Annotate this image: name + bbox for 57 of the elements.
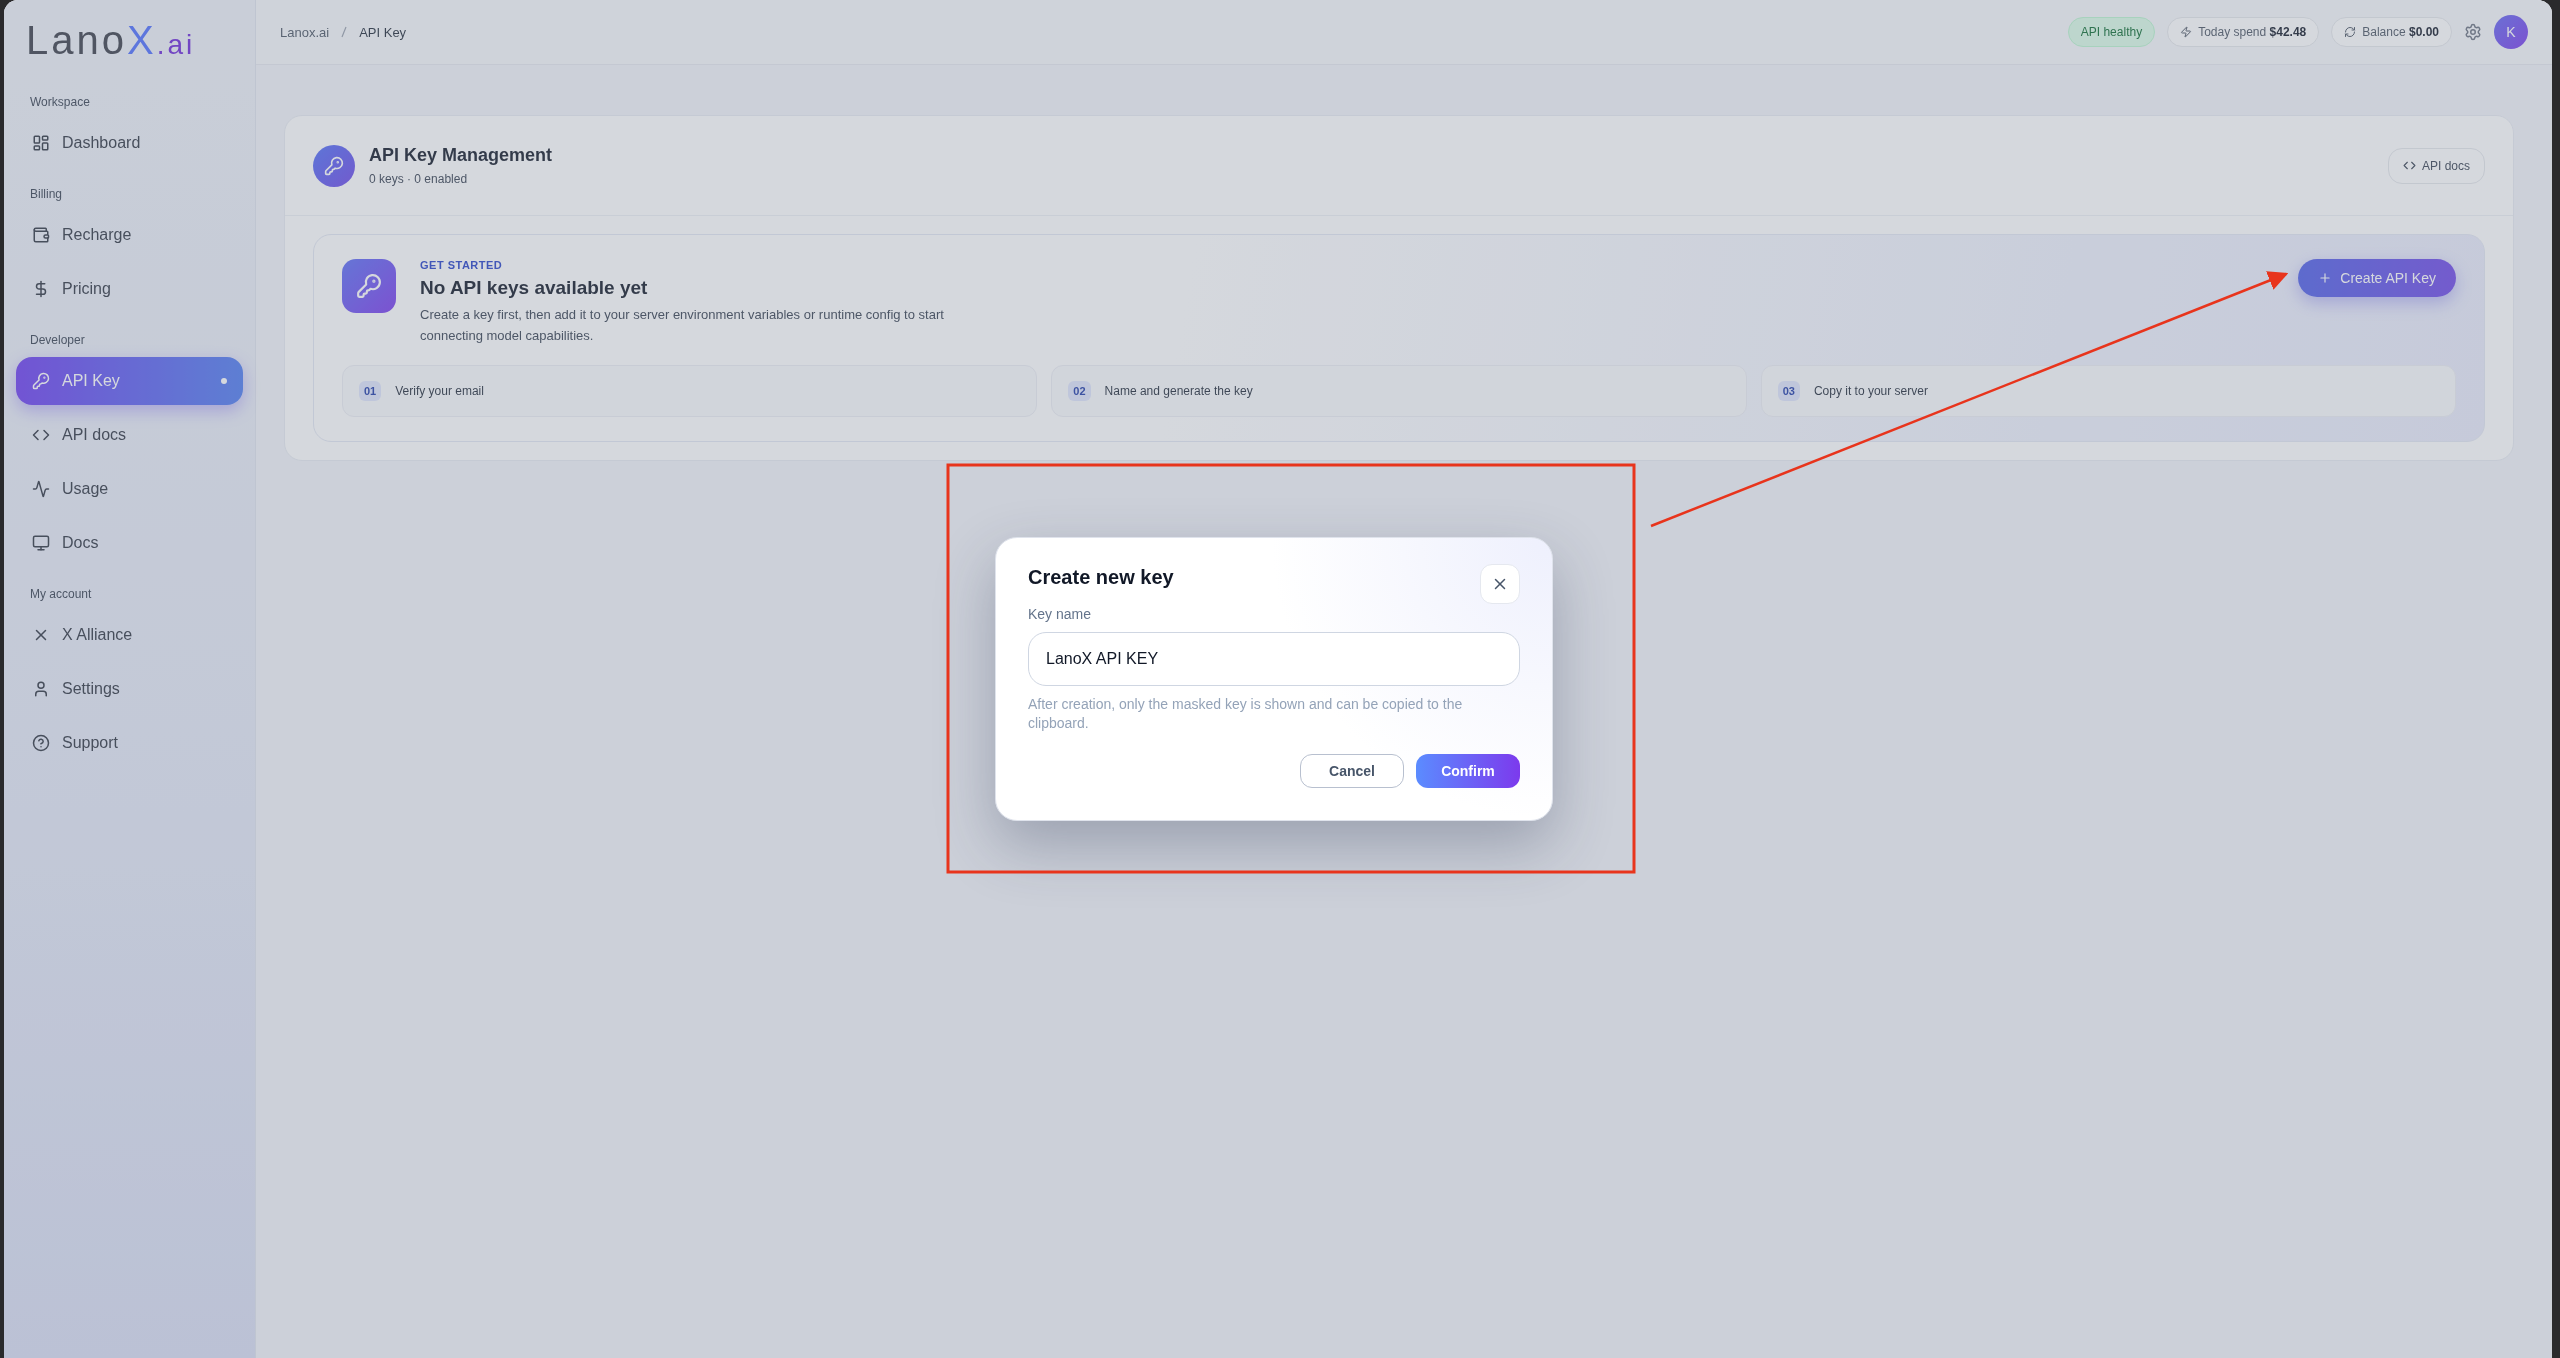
hint-text: After creation, only the masked key is shown and can be copied to the clipboard. [1028,695,1464,732]
plus-icon [2318,271,2333,285]
step-label: Copy it to your server [1813,383,1928,398]
close-button[interactable] [1480,564,1520,605]
nav-item[interactable]: Recharge [16,211,243,259]
nav-item[interactable]: Settings [16,665,243,713]
breadcrumb-item[interactable]: Lanox.ai [280,24,330,40]
step-number: 02 [1068,380,1091,401]
key-icon [313,144,355,187]
step-number: 01 [359,380,382,401]
balance-text: Balance $0.00 [2362,25,2439,39]
user-icon [32,680,50,698]
dashboard-icon [32,134,50,152]
eyebrow-label: GET STARTED [420,259,503,271]
refresh-icon [2344,26,2357,38]
activity-icon [32,480,50,498]
page-title: API Key Management [369,145,554,166]
step-label: Verify your email [395,383,484,398]
empty-title: No API keys available yet [420,277,648,299]
nav-item[interactable]: API docs [16,411,243,459]
field-label: Key name [1028,606,1093,623]
code-icon [2402,159,2416,172]
nav-item[interactable]: Dashboard [16,119,243,167]
nav-item[interactable]: Docs [16,519,243,567]
key-name-field[interactable]: LanoX API KEY [1028,632,1520,687]
key-icon [32,372,50,390]
nav-item[interactable]: API Key [16,357,243,405]
section-label: Billing [29,186,63,203]
logo: LanoX.ai [25,18,197,64]
nav-item[interactable]: Support [16,719,243,767]
dot-icon [221,378,227,384]
create-api-key-button[interactable]: Create API Key [2298,259,2456,297]
dialog-title: Create new key [1028,566,1174,590]
step-number: 03 [1777,380,1800,401]
settings-icon[interactable] [2464,23,2482,41]
monitor-icon [32,534,50,552]
page-subtitle: 0 keys · 0 enabled [369,172,469,186]
nav-item[interactable]: X Alliance [16,611,243,659]
help-icon [32,734,50,752]
bolt-icon [2180,26,2193,38]
wallet-icon [32,226,50,244]
api-docs-button[interactable]: API docs [2387,147,2485,184]
avatar[interactable]: K [2494,15,2528,49]
empty-description: Create a key first, then add it to your server environment variables or runtime config to start connecting model capabilities. [420,306,945,345]
section-label: Workspace [29,94,91,111]
breadcrumb-item[interactable]: API Key [359,24,407,40]
status-badge: API healthy [2067,17,2156,47]
step-label: Name and generate the key [1104,383,1253,398]
key-icon [342,259,396,313]
slash-icon [341,26,348,38]
nav-item[interactable]: Pricing [16,265,243,313]
section-label: Developer [29,332,86,349]
cancel-button[interactable]: Cancel [1300,753,1404,788]
nav-item[interactable]: Usage [16,465,243,513]
spend-text: Today spend $42.48 [2198,25,2307,39]
confirm-button[interactable]: Confirm [1416,753,1520,788]
section-label: My account [29,586,93,603]
